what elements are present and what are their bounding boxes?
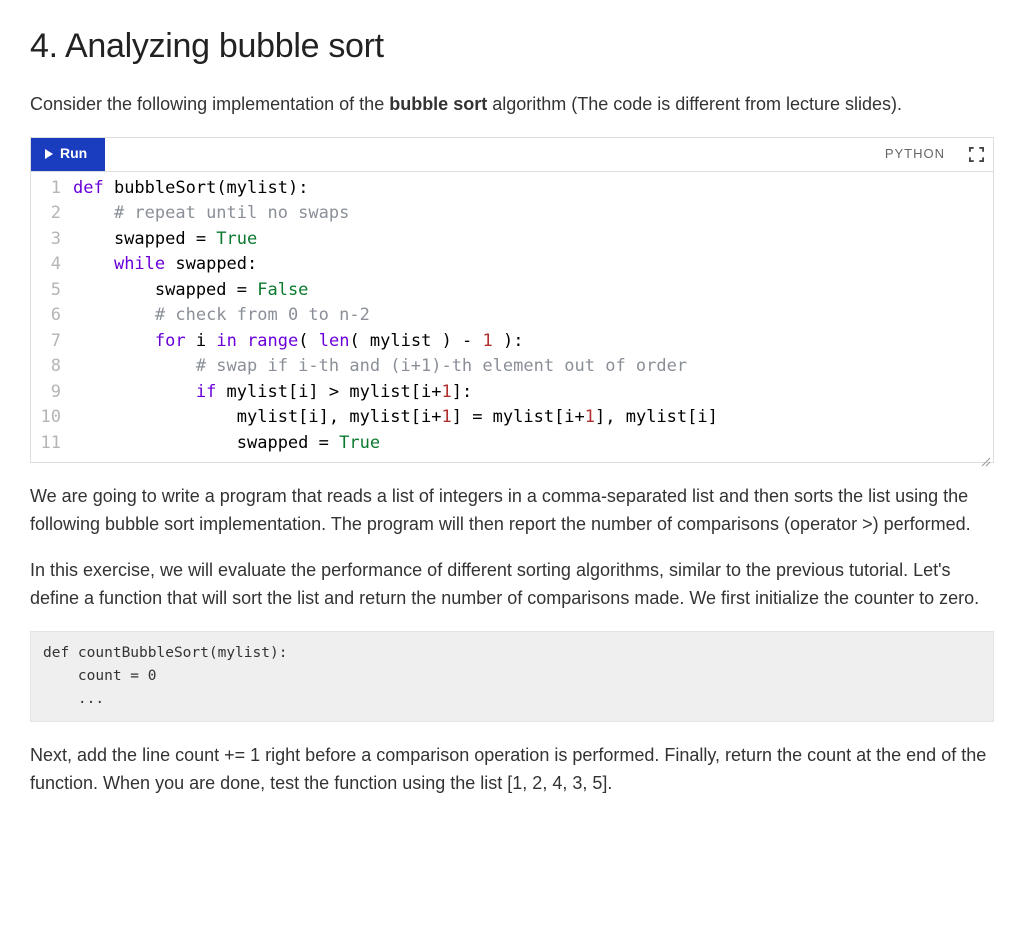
code-snippet: def countBubbleSort(mylist): count = 0 .… [30,631,994,723]
code-line: 7 for i in range( len( mylist ) - 1 ): [31,329,993,355]
line-number: 8 [31,354,73,380]
intro-text-bold: bubble sort [389,94,487,114]
intro-text-pre: Consider the following implementation of… [30,94,389,114]
code-line: 5 swapped = False [31,278,993,304]
line-number: 3 [31,227,73,253]
code-content: # swap if i-th and (i+1)-th element out … [73,354,993,380]
intro-text-post: algorithm (The code is different from le… [487,94,902,114]
code-content: def bubbleSort(mylist): [73,176,993,202]
line-number: 1 [31,176,73,202]
section-heading: 4. Analyzing bubble sort [30,20,994,73]
paragraph-2: In this exercise, we will evaluate the p… [30,557,994,613]
resize-handle[interactable] [979,450,991,462]
code-line: 3 swapped = True [31,227,993,253]
line-number: 5 [31,278,73,304]
code-content: for i in range( len( mylist ) - 1 ): [73,329,993,355]
code-content: swapped = True [73,227,993,253]
line-number: 4 [31,252,73,278]
line-number: 10 [31,405,73,431]
line-number: 6 [31,303,73,329]
code-line: 11 swapped = True [31,431,993,457]
code-content: swapped = False [73,278,993,304]
code-content: # check from 0 to n-2 [73,303,993,329]
fullscreen-button[interactable] [959,138,993,171]
code-toolbar: Run PYTHON [31,138,993,172]
language-label: PYTHON [885,138,959,171]
code-editor: Run PYTHON 1def bubbleSort(mylist):2 # r… [30,137,994,464]
code-line: 8 # swap if i-th and (i+1)-th element ou… [31,354,993,380]
code-line: 9 if mylist[i] > mylist[i+1]: [31,380,993,406]
intro-paragraph: Consider the following implementation of… [30,91,994,119]
run-button[interactable]: Run [31,138,105,171]
code-line: 2 # repeat until no swaps [31,201,993,227]
code-line: 6 # check from 0 to n-2 [31,303,993,329]
line-number: 2 [31,201,73,227]
code-line: 1def bubbleSort(mylist): [31,176,993,202]
code-body[interactable]: 1def bubbleSort(mylist):2 # repeat until… [31,172,993,463]
toolbar-spacer [105,138,885,171]
play-icon [45,149,53,159]
run-button-label: Run [60,143,87,165]
code-content: swapped = True [73,431,993,457]
code-content: if mylist[i] > mylist[i+1]: [73,380,993,406]
paragraph-3: Next, add the line count += 1 right befo… [30,742,994,798]
code-line: 10 mylist[i], mylist[i+1] = mylist[i+1],… [31,405,993,431]
paragraph-1: We are going to write a program that rea… [30,483,994,539]
line-number: 9 [31,380,73,406]
code-line: 4 while swapped: [31,252,993,278]
code-content: mylist[i], mylist[i+1] = mylist[i+1], my… [73,405,993,431]
line-number: 7 [31,329,73,355]
resize-icon [979,455,991,467]
code-content: # repeat until no swaps [73,201,993,227]
line-number: 11 [31,431,73,457]
code-content: while swapped: [73,252,993,278]
fullscreen-icon [969,147,984,162]
